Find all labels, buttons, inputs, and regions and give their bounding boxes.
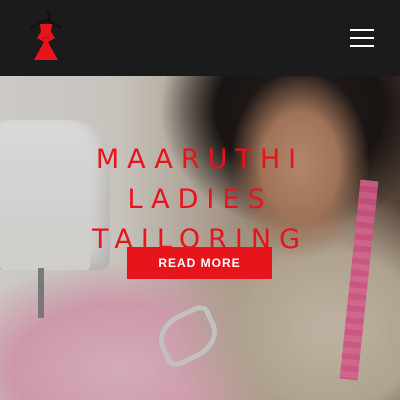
read-more-button[interactable]: READ MORE	[127, 247, 272, 279]
menu-line	[350, 45, 374, 47]
site-logo[interactable]	[24, 8, 68, 68]
hamburger-menu-icon[interactable]	[350, 29, 374, 47]
hero-title: MAARUTHI LADIES TAILORING	[91, 144, 308, 255]
dress-hanger-icon	[29, 11, 63, 60]
page: MAARUTHI LADIES TAILORING READ MORE	[0, 0, 400, 400]
menu-line	[350, 37, 374, 39]
site-header	[0, 0, 400, 76]
menu-line	[350, 29, 374, 31]
